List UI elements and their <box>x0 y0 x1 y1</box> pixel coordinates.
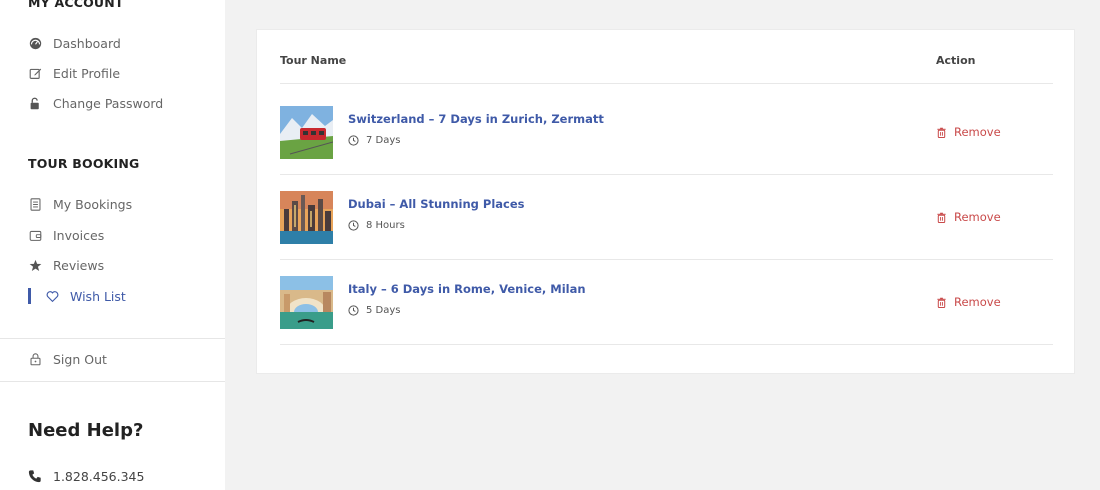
document-icon <box>28 197 42 211</box>
clock-icon <box>348 304 359 316</box>
column-header-tour: Tour Name <box>280 54 347 67</box>
edit-icon <box>28 66 42 80</box>
column-header-action: Action <box>936 54 976 67</box>
tour-title-link[interactable]: Switzerland – 7 Days in Zurich, Zermatt <box>348 112 604 126</box>
duration-text: 8 Hours <box>366 219 405 231</box>
sidebar: MY ACCOUNT Dashboard Edit Profile Change… <box>0 0 225 490</box>
phone-link[interactable]: 1.828.456.345 <box>28 466 144 486</box>
sidebar-item-label: My Bookings <box>53 196 133 212</box>
trash-icon <box>936 127 947 138</box>
sidebar-item-my-bookings[interactable]: My Bookings <box>28 194 132 214</box>
sidebar-item-edit-profile[interactable]: Edit Profile <box>28 63 120 83</box>
sign-out-button[interactable]: Sign Out <box>28 349 107 369</box>
remove-label: Remove <box>954 210 1001 224</box>
star-icon <box>28 258 42 272</box>
help-title: Need Help? <box>28 420 144 441</box>
wallet-icon <box>28 228 42 242</box>
sign-out-icon <box>28 352 42 366</box>
duration-text: 7 Days <box>366 134 401 146</box>
sidebar-item-change-password[interactable]: Change Password <box>28 93 163 113</box>
sidebar-item-label: Reviews <box>53 257 105 273</box>
tour-thumbnail[interactable] <box>280 191 333 244</box>
clock-icon <box>348 134 359 146</box>
row-divider <box>280 344 1053 345</box>
tour-thumbnail[interactable] <box>280 106 333 159</box>
divider <box>0 381 225 382</box>
booking-section-title: TOUR BOOKING <box>28 156 140 171</box>
remove-button[interactable]: Remove <box>936 294 1001 310</box>
phone-number: 1.828.456.345 <box>53 468 145 484</box>
tour-title-link[interactable]: Dubai – All Stunning Places <box>348 197 525 211</box>
row-divider <box>280 174 1053 175</box>
tour-duration: 5 Days <box>348 303 401 317</box>
heart-icon <box>45 289 59 303</box>
tour-duration: 7 Days <box>348 133 401 147</box>
lock-icon <box>28 96 42 110</box>
sidebar-item-wish-list[interactable]: Wish List <box>45 286 126 306</box>
sidebar-item-label: Dashboard <box>53 35 121 51</box>
remove-label: Remove <box>954 125 1001 139</box>
sign-out-label: Sign Out <box>53 351 107 367</box>
active-indicator <box>28 288 31 304</box>
remove-button[interactable]: Remove <box>936 209 1001 225</box>
sidebar-item-reviews[interactable]: Reviews <box>28 255 104 275</box>
remove-label: Remove <box>954 295 1001 309</box>
header-divider <box>280 83 1053 84</box>
remove-button[interactable]: Remove <box>936 124 1001 140</box>
tour-title-link[interactable]: Italy – 6 Days in Rome, Venice, Milan <box>348 282 586 296</box>
sidebar-item-label: Wish List <box>70 288 126 304</box>
wishlist-card: Tour Name Action Switzerland – 7 Days in… <box>256 29 1075 374</box>
clock-icon <box>348 219 359 231</box>
duration-text: 5 Days <box>366 304 401 316</box>
tour-duration: 8 Hours <box>348 218 405 232</box>
row-divider <box>280 259 1053 260</box>
sidebar-item-dashboard[interactable]: Dashboard <box>28 33 121 53</box>
sidebar-item-label: Invoices <box>53 227 105 243</box>
trash-icon <box>936 212 947 223</box>
account-section-title: MY ACCOUNT <box>28 0 124 10</box>
trash-icon <box>936 297 947 308</box>
divider <box>0 338 225 339</box>
phone-icon <box>28 469 42 483</box>
sidebar-item-label: Change Password <box>53 95 164 111</box>
dashboard-icon <box>28 36 42 50</box>
sidebar-item-invoices[interactable]: Invoices <box>28 225 104 245</box>
tour-thumbnail[interactable] <box>280 276 333 329</box>
sidebar-item-label: Edit Profile <box>53 65 121 81</box>
